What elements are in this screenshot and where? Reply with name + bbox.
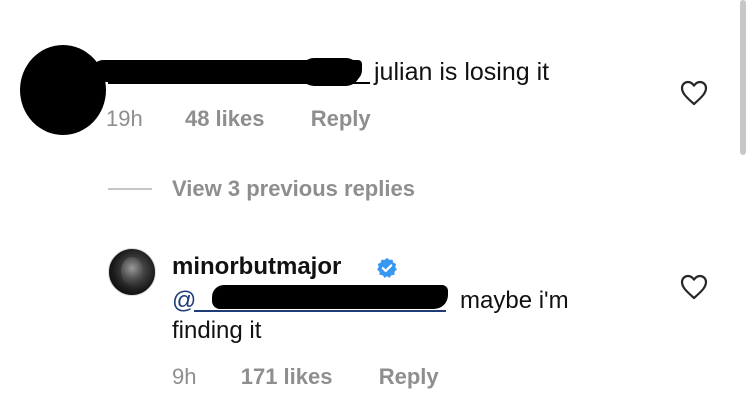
verified-badge-icon [377,257,397,278]
thread-line [108,188,152,190]
username[interactable]: minorbutmajor [172,252,341,282]
reply-button[interactable]: Reply [311,105,371,133]
redaction-underline [108,82,370,84]
comment-time: 19h [106,106,143,131]
heart-outline-icon[interactable] [680,80,708,106]
view-previous-replies[interactable]: View 3 previous replies [108,176,415,202]
mention-underline [194,310,446,312]
comment-likes[interactable]: 48 likes [185,105,265,133]
comments-panel: julian is losing it 19h 48 likes Reply V… [0,0,750,410]
reply-meta: 9h 171 likes Reply [172,363,439,391]
comment-text: julian is losing it [374,58,550,86]
avatar-redacted[interactable] [20,45,106,135]
avatar-photo [121,257,143,285]
reply-text-line2: finding it [172,317,262,344]
reply-likes[interactable]: 171 likes [241,363,333,391]
reply-button[interactable]: Reply [379,363,439,391]
comment-meta: 19h 48 likes Reply [106,105,371,133]
avatar[interactable] [108,248,156,296]
reply-text-line1: maybe i'm [460,287,569,314]
mention-redacted[interactable] [212,285,448,309]
mention-prefix[interactable]: @ [172,286,196,316]
view-replies-label[interactable]: View 3 previous replies [172,176,415,202]
heart-outline-icon[interactable] [680,274,708,300]
reply-time: 9h [172,364,197,389]
scrollbar[interactable] [740,0,746,155]
